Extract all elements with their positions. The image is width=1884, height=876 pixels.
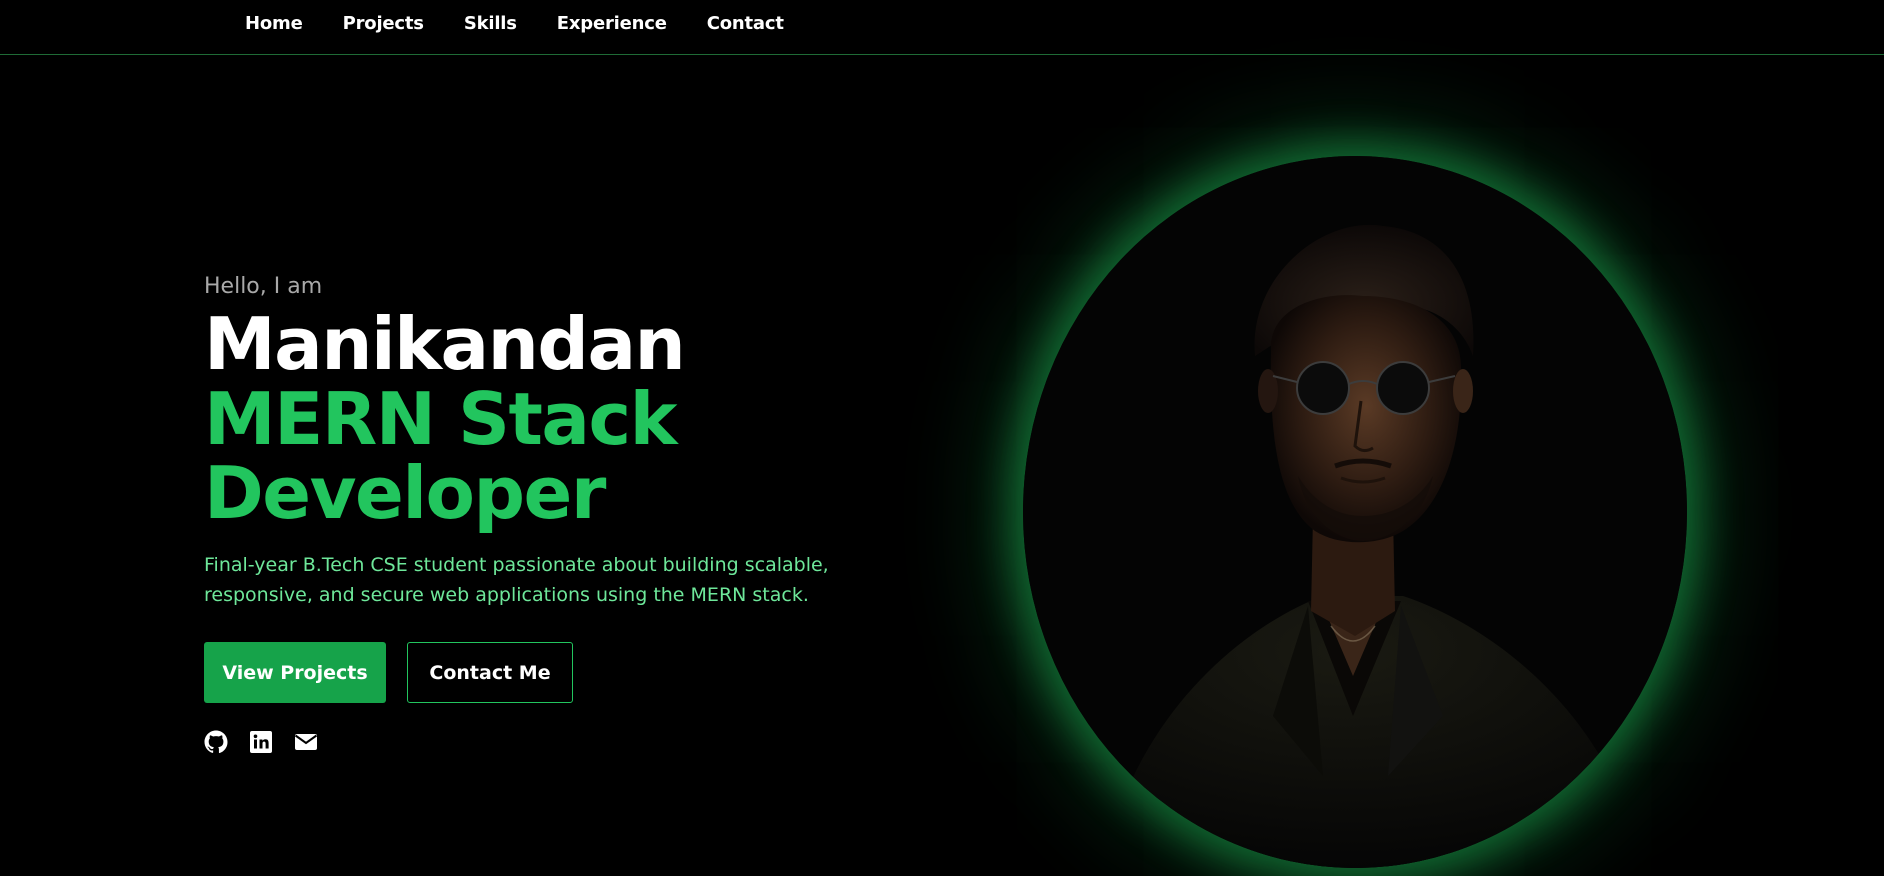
social-links xyxy=(204,730,944,754)
contact-me-button[interactable]: Contact Me xyxy=(407,642,573,703)
hero-description: Final-year B.Tech CSE student passionate… xyxy=(204,554,829,606)
hero-buttons: View Projects Contact Me xyxy=(204,642,944,703)
hero-section: Hello, I am Manikandan MERN Stack Develo… xyxy=(204,270,944,754)
nav-item-experience[interactable]: Experience xyxy=(557,12,667,36)
linkedin-icon[interactable] xyxy=(249,730,273,754)
hero-role-line1: MERN Stack xyxy=(204,377,678,461)
hero-greeting: Hello, I am xyxy=(204,274,323,299)
portrait-illustration xyxy=(1023,156,1687,868)
hero-role-line2: Developer xyxy=(204,451,606,535)
github-icon[interactable] xyxy=(204,730,228,754)
nav-item-projects[interactable]: Projects xyxy=(343,12,424,36)
profile-portrait xyxy=(1023,156,1687,868)
mail-icon[interactable] xyxy=(294,730,318,754)
nav-item-home[interactable]: Home xyxy=(245,12,303,36)
hero-name: Manikandan xyxy=(204,302,686,386)
nav-item-skills[interactable]: Skills xyxy=(464,12,517,36)
nav-list: Home Projects Skills Experience Contact xyxy=(245,12,824,36)
top-navbar: Home Projects Skills Experience Contact xyxy=(0,0,1884,55)
view-projects-button[interactable]: View Projects xyxy=(204,642,386,703)
nav-item-contact[interactable]: Contact xyxy=(707,12,784,36)
